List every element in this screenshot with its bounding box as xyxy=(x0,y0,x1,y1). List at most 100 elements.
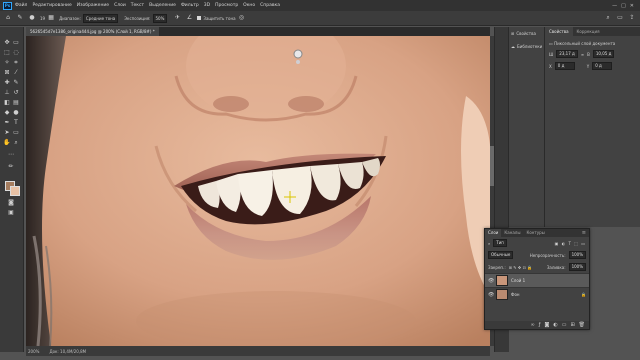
zoom-tool-icon[interactable]: ⌕ xyxy=(12,139,20,147)
background-color-swatch[interactable] xyxy=(10,186,20,196)
brush-size-value[interactable]: 19 xyxy=(40,16,45,21)
brush-preset-icon[interactable]: ● xyxy=(28,14,36,22)
fill-field[interactable]: 100% xyxy=(568,263,586,271)
menu-select[interactable]: Выделение xyxy=(149,3,176,8)
properties-title-text: Пиксельный слой документа xyxy=(554,41,616,46)
type-tool-icon[interactable]: T xyxy=(12,119,20,127)
fill-label: Заливка: xyxy=(546,264,566,270)
protect-tones-checkbox[interactable] xyxy=(197,16,202,20)
height-label: В xyxy=(587,51,590,57)
new-layer-icon[interactable]: ⊞ xyxy=(570,322,574,328)
lock-label: Закреп.: xyxy=(488,264,506,270)
brush-settings-icon[interactable]: ▦ xyxy=(47,14,55,22)
clone-stamp-icon[interactable]: ⊥ xyxy=(3,89,11,97)
hand-tool-icon[interactable]: ✋ xyxy=(3,139,11,147)
height-field[interactable]: 10,05 д xyxy=(592,50,615,58)
tab-channels[interactable]: Каналы xyxy=(501,229,523,237)
workspace-icon[interactable]: ▭ xyxy=(616,14,624,22)
maximize-button[interactable]: □ xyxy=(621,3,626,9)
menu-file[interactable]: Файл xyxy=(15,3,27,8)
properties-panel-button[interactable]: ⊞ Свойства xyxy=(509,27,545,40)
quick-mask-icon[interactable]: ◙ xyxy=(7,199,15,207)
menu-filter[interactable]: Фильтр xyxy=(181,3,199,8)
eye-icon[interactable]: 👁 xyxy=(488,278,494,284)
link-layers-icon[interactable]: ∞ xyxy=(531,322,535,328)
eraser-icon[interactable]: ◧ xyxy=(3,99,11,107)
lock-row: Закреп.: ⊞ ✎ ✥ ⊡ 🔒 Заливка: 100% xyxy=(485,261,589,273)
close-window-button[interactable]: ✕ xyxy=(630,3,634,9)
layer-name[interactable]: Слой 1 xyxy=(511,278,525,283)
eyedropper-icon[interactable]: ⁄ xyxy=(12,69,20,77)
exposure-field[interactable]: 50% xyxy=(152,13,168,23)
opacity-field[interactable]: 100% xyxy=(568,251,586,259)
menu-type[interactable]: Текст xyxy=(131,3,144,8)
marquee-tool-icon[interactable]: ⬚ xyxy=(3,49,11,57)
properties-panel: Свойства Коррекция ▭ Пиксельный слой док… xyxy=(544,27,640,227)
shape-tool-icon[interactable]: ▭ xyxy=(12,129,20,137)
pen-tool-icon[interactable]: ✒ xyxy=(3,119,11,127)
group-icon[interactable]: ▭ xyxy=(562,322,567,328)
trash-icon[interactable]: 🗑 xyxy=(579,322,585,328)
share-icon[interactable]: ⇪ xyxy=(628,14,636,22)
layer-name[interactable]: Фон xyxy=(511,292,520,297)
move-tool-icon[interactable]: ✥ xyxy=(3,39,11,47)
dodge-icon[interactable]: ● xyxy=(12,109,20,117)
libraries-panel-button[interactable]: ☁ Библиотеки xyxy=(509,40,545,53)
zoom-level[interactable]: 200% xyxy=(28,349,39,354)
search-icon[interactable]: ⌕ xyxy=(604,14,612,22)
menu-layer[interactable]: Слои xyxy=(114,3,126,8)
width-field[interactable]: 23,17 д xyxy=(556,50,578,58)
menu-edit[interactable]: Редактирование xyxy=(32,3,71,8)
layer-row[interactable]: 👁 Слой 1 xyxy=(485,273,589,287)
crop-tool-icon[interactable]: ⌗ xyxy=(12,59,20,67)
lock-icon: 🔒 xyxy=(581,292,586,297)
menu-window[interactable]: Окно xyxy=(243,3,255,8)
blur-tool-icon[interactable]: ◆ xyxy=(3,109,11,117)
quick-select-icon[interactable]: ✧ xyxy=(3,59,11,67)
x-label: X xyxy=(549,63,552,69)
eye-icon[interactable]: 👁 xyxy=(488,292,494,298)
screen-mode-icon[interactable]: ▣ xyxy=(7,209,15,217)
path-select-icon[interactable]: ➤ xyxy=(3,129,11,137)
y-field[interactable]: 0 д xyxy=(592,62,613,70)
fx-icon[interactable]: ƒ xyxy=(539,322,541,328)
angle-icon[interactable]: ∠ xyxy=(185,14,193,22)
tab-paths[interactable]: Контуры xyxy=(523,229,547,237)
tab-layers[interactable]: Слои xyxy=(485,229,502,237)
mask-icon[interactable]: ◙ xyxy=(544,322,549,328)
more-tools-icon[interactable]: ⋯ xyxy=(7,151,15,159)
image-canvas[interactable] xyxy=(26,36,490,346)
minimize-button[interactable]: — xyxy=(612,3,617,9)
tab-adjustments[interactable]: Коррекция xyxy=(573,27,604,36)
blend-mode-select[interactable]: Обычные xyxy=(488,251,514,259)
brush-tool-icon[interactable]: ✎ xyxy=(12,79,20,87)
frame-tool-icon[interactable]: ⊠ xyxy=(3,69,11,77)
edit-toolbar-icon[interactable]: ✏ xyxy=(7,163,15,171)
lock-icons[interactable]: ⊞ ✎ ✥ ⊡ 🔒 xyxy=(509,265,532,270)
layer-row[interactable]: 👁 Фон 🔒 xyxy=(485,287,589,301)
range-select[interactable]: Средние тона xyxy=(82,13,119,23)
pressure-icon[interactable]: ◎ xyxy=(238,14,246,22)
lasso-tool-icon[interactable]: ◌ xyxy=(12,49,20,57)
home-icon[interactable]: ⌂ xyxy=(4,14,12,22)
panel-menu-icon[interactable]: ≡ xyxy=(582,230,586,236)
x-field[interactable]: 0 д xyxy=(554,62,575,70)
adjustment-layer-icon[interactable]: ◐ xyxy=(553,322,557,328)
menu-image[interactable]: Изображение xyxy=(77,3,109,8)
tab-properties[interactable]: Свойства xyxy=(545,27,573,36)
libraries-panel-label: Библиотеки xyxy=(517,44,543,49)
properties-title: ▭ Пиксельный слой документа xyxy=(545,36,640,48)
healing-brush-icon[interactable]: ✚ xyxy=(3,79,11,87)
artboard-tool-icon[interactable]: ▭ xyxy=(12,39,20,47)
layer-kind-select[interactable]: Тип xyxy=(493,239,507,247)
menu-3d[interactable]: 3D xyxy=(204,3,210,8)
menu-view[interactable]: Просмотр xyxy=(215,3,238,8)
airbrush-icon[interactable]: ✈ xyxy=(173,14,181,22)
link-icon[interactable]: ∞ xyxy=(581,52,584,57)
filter-icons[interactable]: ▣ ◐ T ⬚ ▭ xyxy=(555,241,586,246)
dodge-tool-icon[interactable]: ✎ xyxy=(16,14,24,22)
history-brush-icon[interactable]: ↺ xyxy=(12,89,20,97)
menu-help[interactable]: Справка xyxy=(260,3,280,8)
gradient-icon[interactable]: ▤ xyxy=(12,99,20,107)
document-tab[interactable]: 5626545d7e1386_origina444.jpg @ 200% (Сл… xyxy=(26,27,159,36)
